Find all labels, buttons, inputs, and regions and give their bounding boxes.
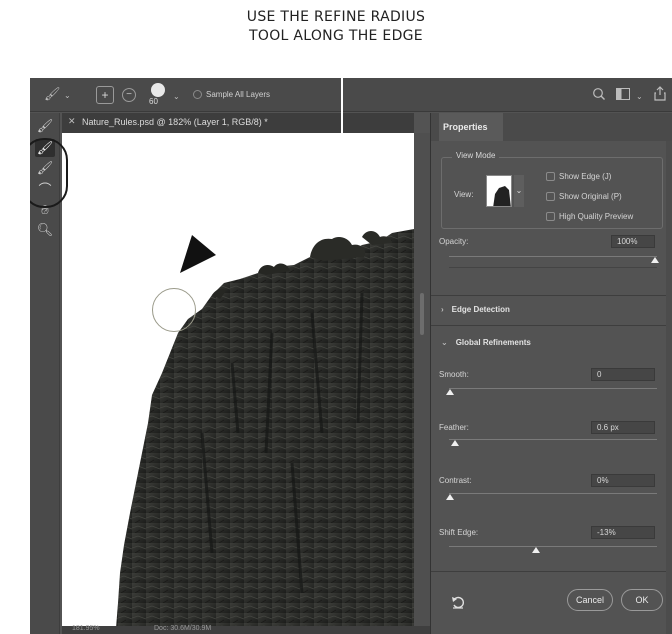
refine-edge-brush-icon[interactable]: 🖌︎ — [44, 86, 61, 102]
contrast-slider-track[interactable] — [449, 493, 657, 494]
chevron-down-icon[interactable]: ⌄ — [636, 89, 643, 105]
brush-size-value: 60 — [149, 97, 158, 106]
high-quality-preview-checkbox[interactable] — [546, 212, 555, 221]
quick-selection-icon[interactable]: 🖌︎ — [35, 117, 55, 135]
opacity-slider-underline — [449, 267, 657, 268]
subtract-from-selection-icon[interactable]: − — [122, 88, 136, 102]
feather-slider-track[interactable] — [449, 439, 657, 440]
view-mode-thumbnail[interactable] — [486, 175, 512, 207]
shift-edge-slider-knob[interactable] — [532, 547, 540, 553]
cancel-button[interactable]: Cancel — [567, 589, 613, 611]
smooth-slider-knob[interactable] — [446, 389, 454, 395]
view-mode-dropdown[interactable]: ⌄ — [514, 175, 524, 207]
document-title: Nature_Rules.psd @ 182% (Layer 1, RGB/8)… — [82, 117, 268, 127]
ok-button[interactable]: OK — [621, 589, 663, 611]
feather-input[interactable]: 0.6 px — [591, 421, 655, 434]
options-bar: 🖌︎ ⌄ + − 60 ⌄ Sample All Layers ⌄ — [30, 78, 672, 112]
properties-body: View Mode View: ⌄ Show Edge (J) Show Ori… — [431, 141, 672, 634]
shift-edge-slider-track[interactable] — [449, 546, 657, 547]
opacity-slider-knob[interactable] — [651, 257, 659, 263]
smooth-label: Smooth: — [439, 370, 469, 379]
chevron-down-icon[interactable]: ⌄ — [173, 89, 180, 105]
contrast-label: Contrast: — [439, 476, 472, 485]
high-quality-preview-label: High Quality Preview — [559, 212, 634, 221]
sample-all-layers-checkbox[interactable] — [193, 90, 202, 99]
scrollbar-thumb[interactable] — [420, 293, 424, 335]
chevron-down-icon: ⌄ — [441, 338, 448, 347]
share-icon[interactable] — [654, 86, 666, 101]
view-mode-legend: View Mode — [452, 151, 500, 160]
view-label: View: — [454, 190, 474, 199]
view-mode-group: View Mode View: ⌄ Show Edge (J) Show Ori… — [441, 151, 663, 229]
chevron-down-icon[interactable]: ⌄ — [64, 88, 71, 104]
section-divider — [431, 571, 672, 572]
tab-properties[interactable]: Properties — [439, 113, 503, 141]
global-refinements-header[interactable]: ⌄ Global Refinements — [441, 338, 531, 347]
contrast-slider-knob[interactable] — [446, 494, 454, 500]
section-divider — [431, 295, 672, 296]
search-icon[interactable] — [592, 87, 606, 101]
photoshop-window: 🖌︎ ⌄ + − 60 ⌄ Sample All Layers ⌄ 🖌︎ 🖌︎ … — [30, 78, 672, 634]
show-edge-label: Show Edge (J) — [559, 172, 612, 181]
feather-label: Feather: — [439, 423, 469, 432]
annotation-caption: USE THE REFINE RADIUS TOOL ALONG THE EDG… — [0, 8, 672, 46]
show-edge-checkbox[interactable] — [546, 172, 555, 181]
close-icon[interactable]: ✕ — [68, 116, 76, 127]
edge-detection-header[interactable]: › Edge Detection — [441, 305, 510, 314]
image-canvas[interactable] — [62, 133, 414, 628]
panel-scrollbar[interactable] — [666, 141, 672, 634]
caption-line-1: USE THE REFINE RADIUS — [246, 9, 426, 25]
edge-detection-label: Edge Detection — [451, 305, 510, 314]
properties-panel: Properties View Mode View: ⌄ Show Edge (… — [430, 113, 672, 634]
contrast-input[interactable]: 0% — [591, 474, 655, 487]
zoom-level[interactable]: 181.95% — [72, 625, 100, 632]
opacity-label: Opacity: — [439, 237, 469, 246]
document-size: Doc: 30.6M/30.9M — [154, 625, 212, 632]
global-refinements-label: Global Refinements — [455, 338, 531, 347]
smooth-slider-track[interactable] — [449, 388, 657, 389]
sample-all-layers-label: Sample All Layers — [206, 90, 271, 99]
smooth-input[interactable]: 0 — [591, 368, 655, 381]
show-original-checkbox[interactable] — [546, 192, 555, 201]
opacity-input[interactable]: 100% — [611, 235, 655, 248]
reset-icon[interactable] — [451, 595, 465, 609]
canvas-scrollbar[interactable] — [414, 133, 430, 628]
caption-line-2: TOOL ALONG THE EDGE — [249, 28, 423, 44]
chevron-right-icon: › — [441, 305, 444, 314]
shift-edge-input[interactable]: -13% — [591, 526, 655, 539]
shift-edge-label: Shift Edge: — [439, 528, 479, 537]
workspace-icon[interactable] — [616, 88, 630, 100]
annotation-arrow — [180, 199, 409, 273]
brush-preview-icon[interactable] — [151, 83, 165, 97]
show-original-label: Show Original (P) — [559, 192, 622, 201]
opacity-slider-track[interactable] — [449, 256, 657, 257]
document-tab[interactable]: ✕ Nature_Rules.psd @ 182% (Layer 1, RGB/… — [62, 113, 414, 133]
section-divider — [431, 325, 672, 326]
zoom-icon[interactable]: 🔍︎ — [35, 221, 55, 239]
status-bar: 181.95% Doc: 30.6M/30.9M — [62, 625, 430, 634]
feather-slider-knob[interactable] — [451, 440, 459, 446]
tool-highlight-ring — [30, 138, 68, 208]
add-to-selection-icon[interactable]: + — [96, 86, 114, 104]
